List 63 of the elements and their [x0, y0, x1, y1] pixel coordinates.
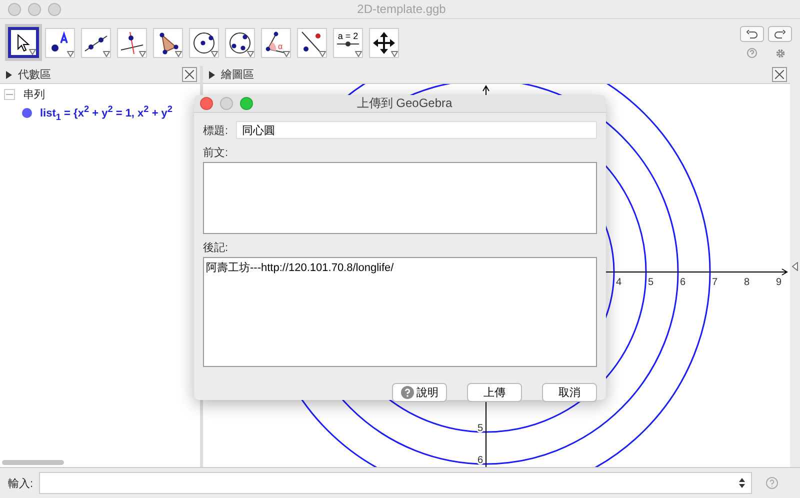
dropdown-triangle-icon: [319, 50, 326, 56]
collapse-triangle-icon[interactable]: [209, 70, 215, 78]
dropdown-triangle-icon: [391, 50, 398, 56]
expand-triangle-icon[interactable]: [792, 262, 798, 271]
tool-button[interactable]: α: [261, 28, 291, 58]
dialog-button[interactable]: 取消: [542, 383, 597, 402]
x-axis-tick-label: 7: [712, 277, 718, 288]
close-icon: [185, 70, 194, 79]
x-axis-tick-label: 4: [616, 277, 622, 288]
panel-title: 代數區: [18, 68, 51, 82]
settings-icon[interactable]: [774, 48, 786, 59]
arrow-cursor-icon: [16, 34, 32, 52]
collapse-triangle-icon[interactable]: [6, 70, 12, 78]
group-name: 串列: [23, 88, 45, 102]
redo-icon: [774, 30, 786, 38]
dropdown-triangle-icon: [175, 50, 182, 56]
angle-symbol: α: [278, 42, 283, 50]
x-axis-tick-label: 8: [744, 277, 750, 288]
slider-icon: [337, 40, 359, 46]
dialog-button[interactable]: 上傳: [467, 383, 522, 402]
scrollbar-thumb[interactable]: [2, 460, 64, 465]
field-label: 後記:: [203, 241, 230, 255]
close-icon: [775, 70, 784, 79]
help-button[interactable]: 說明: [392, 383, 447, 402]
title-field[interactable]: 同心圓: [236, 121, 597, 139]
dropdown-triangle-icon: [29, 49, 36, 55]
input-field[interactable]: [39, 472, 752, 494]
panel-title: 繪圖區: [221, 68, 254, 82]
dialog-title: 上傳到 GeoGebra: [356, 95, 454, 112]
x-axis-tick-label: 9: [776, 277, 782, 288]
dropdown-triangle-icon: [247, 50, 254, 56]
list-expression[interactable]: list$_{1}$ = {x$^{2}$ + y$^{2}$ = 1, x$^{2}$ + y$^{2}$: [40, 104, 173, 122]
collapse-toggle[interactable]: [4, 89, 15, 100]
move-arrows-icon: [372, 30, 396, 54]
visibility-dot[interactable]: [22, 108, 32, 118]
preface-text-area[interactable]: [203, 162, 597, 234]
dropdown-triangle-icon: [211, 50, 218, 56]
dropdown-triangle-icon: [355, 50, 362, 56]
dropdown-triangle-icon: [103, 50, 110, 56]
perpendicular-line-icon: [120, 30, 144, 54]
afterword-text-area[interactable]: 阿壽工坊---http://120.101.70.8/longlife/: [203, 257, 597, 367]
window-title: 2D-template.ggb: [356, 2, 447, 16]
undo-icon: [746, 30, 758, 38]
x-axis-tick-label: 5: [648, 277, 654, 288]
slider-tool-label: a = 2: [338, 30, 358, 40]
dropdown-triangle-icon: [283, 50, 290, 56]
close-button[interactable]: [772, 67, 787, 82]
close-button[interactable]: [182, 67, 197, 82]
tool-button[interactable]: [8, 27, 39, 58]
circle-icon: [192, 30, 216, 54]
field-label: 前文:: [203, 146, 230, 160]
dropdown-triangle-icon: [67, 50, 74, 56]
tool-button[interactable]: a = 2: [333, 28, 363, 58]
help-icon: [400, 386, 414, 399]
dropdown-triangle-icon: [139, 50, 146, 56]
input-label: 輸入:: [8, 476, 34, 490]
field-label: 標題:: [203, 124, 228, 138]
undo-button[interactable]: [740, 26, 764, 42]
dropdown-arrows-icon[interactable]: [739, 478, 745, 488]
redo-button[interactable]: [768, 26, 792, 42]
x-axis-tick-label: 6: [680, 277, 686, 288]
circle-three-points-icon: [228, 30, 252, 54]
minus-icon: [6, 91, 13, 98]
